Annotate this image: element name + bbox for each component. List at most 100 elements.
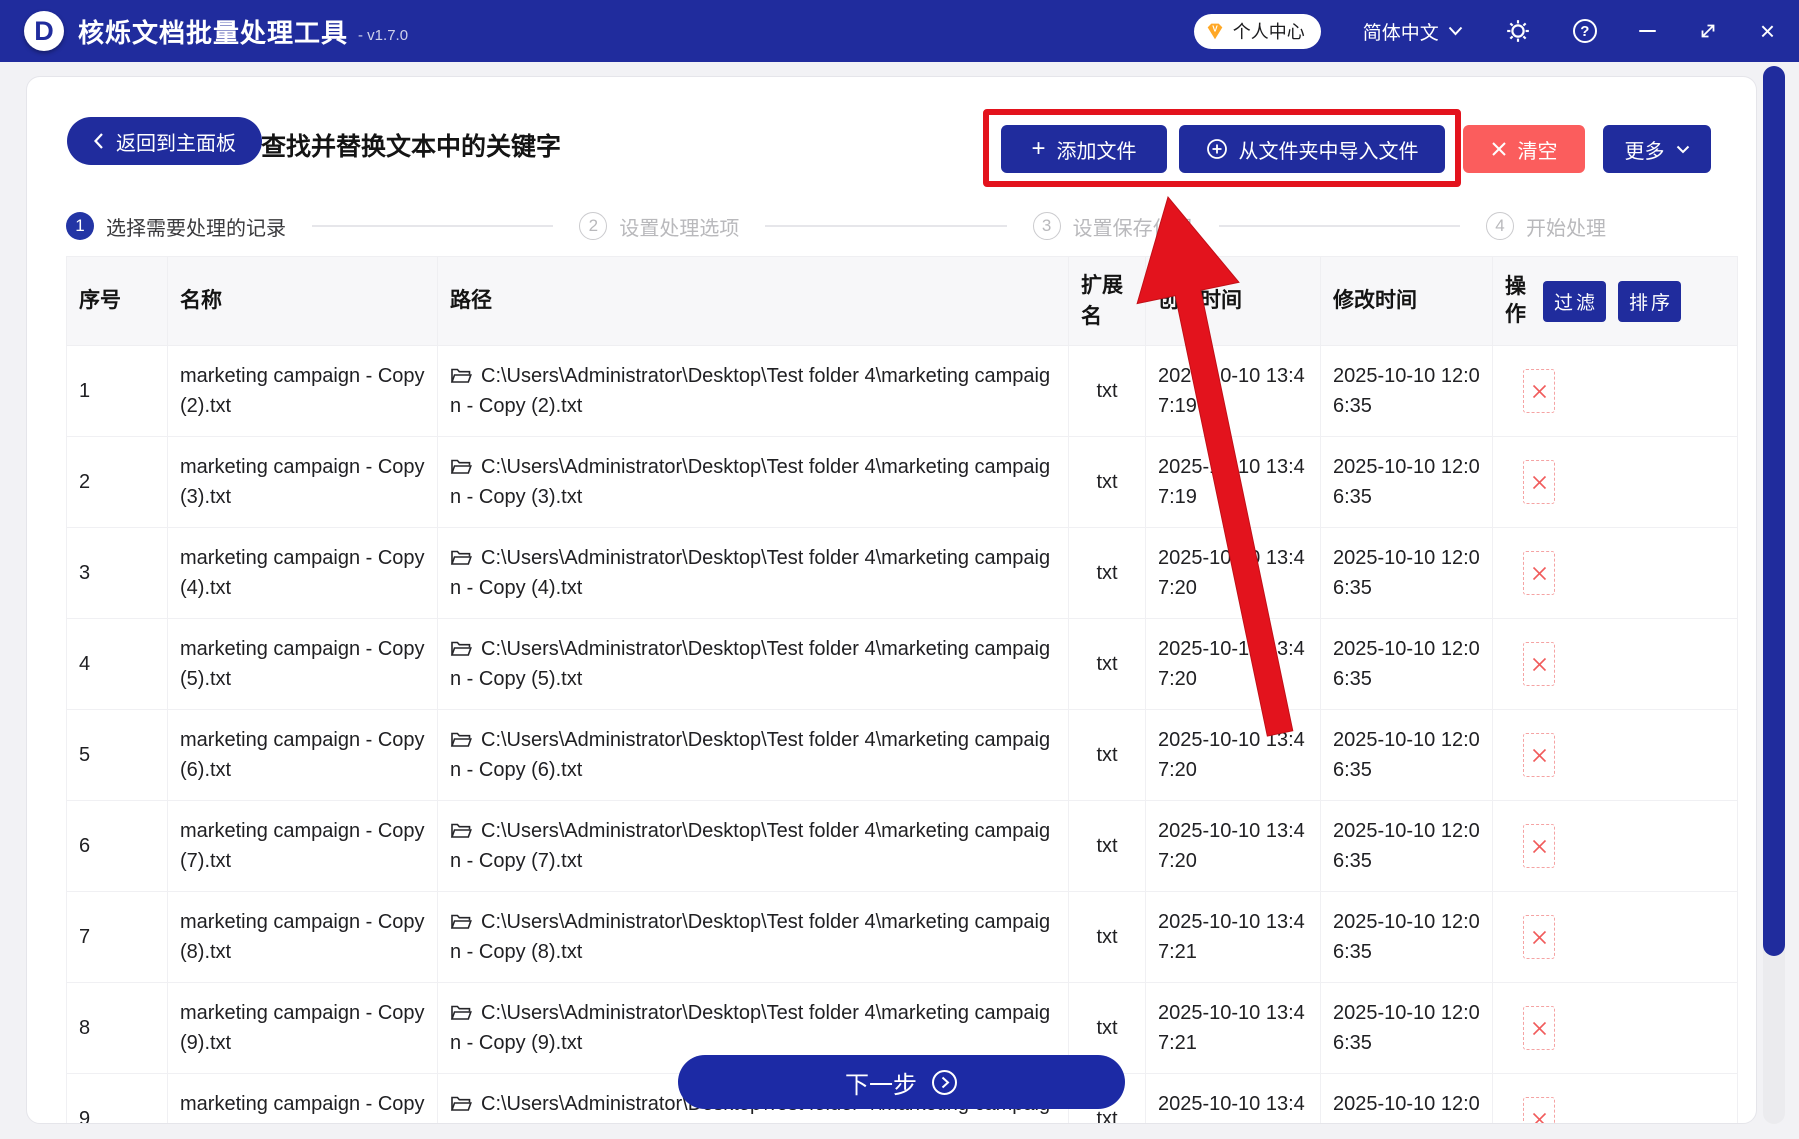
close-icon[interactable]: ×: [1760, 18, 1775, 44]
col-header-index: 序号: [66, 256, 168, 346]
step-3-save-location: 3 设置保存位置: [1032, 212, 1193, 241]
clear-label: 清空: [1517, 140, 1558, 163]
folder-icon: [450, 914, 472, 929]
sort-button[interactable]: 排序: [1618, 280, 1682, 322]
step-2-circle: 2: [579, 212, 608, 240]
more-button[interactable]: 更多: [1603, 125, 1711, 173]
svg-text:V: V: [1212, 24, 1218, 33]
language-selector[interactable]: 简体中文: [1363, 18, 1463, 45]
delete-x-icon: [1532, 566, 1546, 580]
cell-created: 2025-10-10 13:47:20: [1145, 527, 1321, 619]
cell-action: [1492, 800, 1738, 892]
import-folder-button[interactable]: 从文件夹中导入文件: [1179, 125, 1445, 173]
add-file-button[interactable]: + 添加文件: [1001, 125, 1167, 173]
import-folder-label: 从文件夹中导入文件: [1238, 140, 1419, 163]
clear-button[interactable]: 清空: [1463, 125, 1585, 173]
step-indicator: 1 选择需要处理的记录 2 设置处理选项 3 设置保存位置 4 开始处理: [66, 209, 1606, 243]
cell-modified: 2025-10-10 12:06:35: [1320, 345, 1493, 437]
folder-icon: [450, 368, 472, 383]
cell-modified: 2025-10-10 12:06:35: [1320, 891, 1493, 983]
delete-row-button[interactable]: [1523, 551, 1555, 595]
cell-name: marketing campaign - Copy (10).txt: [167, 1073, 438, 1123]
x-icon: [1491, 141, 1507, 157]
cell-action: [1492, 891, 1738, 983]
action-header-label: 操作: [1505, 274, 1526, 326]
cell-index: 1: [66, 345, 168, 437]
back-to-dashboard-button[interactable]: 返回到主面板: [67, 117, 262, 165]
window-scrollbar-thumb[interactable]: [1763, 66, 1785, 956]
cell-name: marketing campaign - Copy (3).txt: [167, 436, 438, 528]
folder-icon: [450, 641, 472, 656]
add-file-label: 添加文件: [1056, 140, 1137, 163]
table-row: 1 marketing campaign - Copy (2).txt C:\U…: [66, 345, 1738, 437]
main-panel: 返回到主面板 查找并替换文本中的关键字 + 添加文件 从文件夹中导入文件 清空 …: [26, 76, 1757, 1124]
cell-created: 2025-10-10 13:47:19: [1145, 345, 1321, 437]
delete-row-button[interactable]: [1523, 369, 1555, 413]
cell-modified: 2025-10-10 12:06:35: [1320, 982, 1493, 1074]
cell-modified: 2025-10-10 12:06:35: [1320, 436, 1493, 528]
delete-row-button[interactable]: [1523, 824, 1555, 868]
cell-index: 3: [66, 527, 168, 619]
cell-created: 2025-10-10 13:47:20: [1145, 618, 1321, 710]
next-arrow-icon: [931, 1069, 958, 1096]
filter-button[interactable]: 过滤: [1543, 280, 1607, 322]
cell-path: C:\Users\Administrator\Desktop\Test fold…: [437, 709, 1069, 801]
table-header-row: 序号 名称 路径 扩展名 创建时间 修改时间 操作 过滤 排序: [66, 256, 1738, 346]
step-2-options: 2 设置处理选项: [579, 212, 739, 241]
app-title: 核烁文档批量处理工具: [78, 17, 349, 48]
step-3-circle: 3: [1032, 212, 1061, 240]
delete-row-button[interactable]: [1523, 1097, 1555, 1123]
delete-row-button[interactable]: [1523, 642, 1555, 686]
delete-row-button[interactable]: [1523, 915, 1555, 959]
delete-row-button[interactable]: [1523, 733, 1555, 777]
language-label: 简体中文: [1362, 22, 1439, 44]
cell-index: 7: [66, 891, 168, 983]
folder-icon: [450, 732, 472, 747]
step-connector: [765, 225, 1007, 227]
cell-index: 8: [66, 982, 168, 1074]
folder-icon: [450, 1005, 472, 1020]
delete-row-button[interactable]: [1523, 460, 1555, 504]
page-title: 查找并替换文本中的关键字: [261, 133, 562, 161]
cell-name: marketing campaign - Copy (2).txt: [167, 345, 438, 437]
cell-modified: 2025-10-10 12:06:35: [1320, 1073, 1493, 1123]
col-header-modified: 修改时间: [1320, 256, 1493, 346]
col-header-action: 操作 过滤 排序: [1492, 256, 1738, 346]
folder-icon: [450, 1096, 472, 1111]
cell-created: 2025-10-10 13:47:21: [1145, 982, 1321, 1074]
cell-action: [1492, 618, 1738, 710]
minimize-icon[interactable]: [1638, 30, 1656, 32]
next-step-button[interactable]: 下一步: [678, 1055, 1125, 1109]
maximize-icon[interactable]: [1698, 21, 1718, 41]
table-row: 6 marketing campaign - Copy (7).txt C:\U…: [66, 800, 1738, 892]
cell-action: [1492, 345, 1738, 437]
cell-modified: 2025-10-10 12:06:35: [1320, 709, 1493, 801]
table-body: 1 marketing campaign - Copy (2).txt C:\U…: [66, 345, 1738, 1123]
user-center-button[interactable]: V 个人中心: [1193, 13, 1321, 49]
file-table: 序号 名称 路径 扩展名 创建时间 修改时间 操作 过滤 排序 1 market…: [66, 256, 1738, 1123]
cell-action: [1492, 1073, 1738, 1123]
cell-path: C:\Users\Administrator\Desktop\Test fold…: [437, 618, 1069, 710]
cell-index: 2: [66, 436, 168, 528]
cell-path: C:\Users\Administrator\Desktop\Test fold…: [437, 891, 1069, 983]
cell-action: [1492, 527, 1738, 619]
window-scrollbar-track: [1763, 66, 1785, 1124]
table-row: 5 marketing campaign - Copy (6).txt C:\U…: [66, 709, 1738, 801]
cell-ext: txt: [1068, 800, 1146, 892]
table-row: 4 marketing campaign - Copy (5).txt C:\U…: [66, 618, 1738, 710]
step-connector: [312, 225, 554, 227]
back-button-label: 返回到主面板: [116, 132, 236, 155]
step-4-start: 4 开始处理: [1485, 212, 1606, 241]
settings-gear-icon[interactable]: [1505, 18, 1531, 44]
delete-row-button[interactable]: [1523, 1006, 1555, 1050]
delete-x-icon: [1532, 657, 1546, 671]
delete-x-icon: [1532, 839, 1546, 853]
table-row: 2 marketing campaign - Copy (3).txt C:\U…: [66, 436, 1738, 528]
help-icon[interactable]: ?: [1572, 19, 1597, 43]
cell-ext: txt: [1068, 436, 1146, 528]
cell-path: C:\Users\Administrator\Desktop\Test fold…: [437, 436, 1069, 528]
step-1-select-records: 1 选择需要处理的记录: [66, 212, 286, 241]
cell-created: 2025-10-10 13:47:21: [1145, 1073, 1321, 1123]
cell-modified: 2025-10-10 12:06:35: [1320, 527, 1493, 619]
cell-name: marketing campaign - Copy (9).txt: [167, 982, 438, 1074]
